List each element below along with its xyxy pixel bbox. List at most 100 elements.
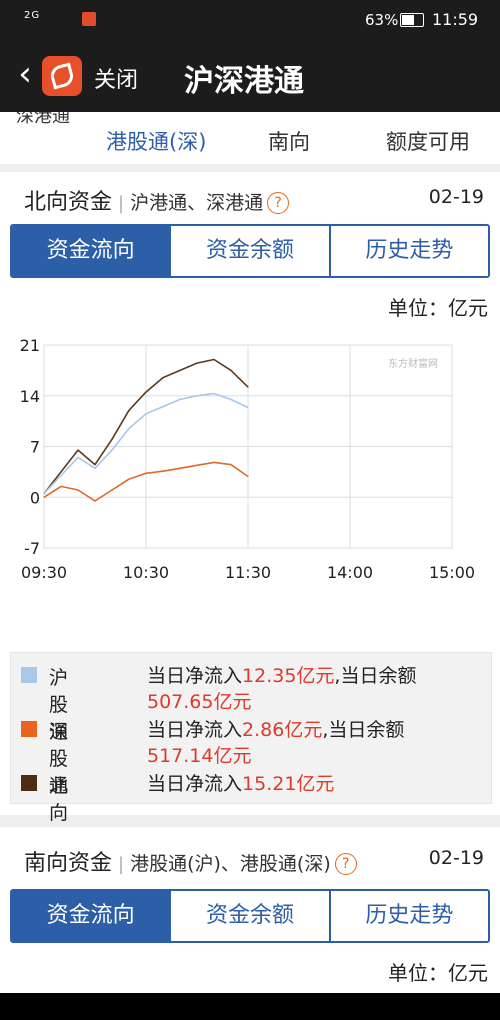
data-point xyxy=(60,485,62,487)
clipped-label: 深港通 xyxy=(16,112,70,126)
data-point xyxy=(247,475,249,478)
data-point xyxy=(60,474,62,477)
data-point xyxy=(111,438,113,440)
help-icon[interactable]: ? xyxy=(334,853,357,875)
data-point xyxy=(179,398,181,400)
section-title: 北向资金 xyxy=(24,190,113,215)
data-point xyxy=(145,391,147,393)
notification-icon xyxy=(82,12,96,26)
section-title: 南向资金 xyxy=(24,851,113,876)
x-tick-label: 11:30 xyxy=(225,563,271,582)
data-point xyxy=(60,471,62,473)
legend-swatch-sz xyxy=(21,721,37,737)
legend-prefix: 当日净流入 xyxy=(147,665,243,687)
y-tick-label: 0 xyxy=(30,488,40,507)
legend-prefix: 当日净流入 xyxy=(147,773,243,795)
tab-southbound[interactable]: 南向 xyxy=(268,126,310,156)
app-header: ‹ 关闭 沪深港通 xyxy=(0,40,500,112)
y-tick-label: 7 xyxy=(30,438,40,457)
northbound-header: 北向资金 | 沪港通、深港通? xyxy=(24,184,290,216)
data-point xyxy=(213,461,215,464)
data-point xyxy=(230,398,232,400)
southbound-header: 南向资金 | 港股通(沪)、港股通(深)? xyxy=(24,845,357,877)
system-nav-bar xyxy=(0,993,500,1020)
data-point xyxy=(196,395,198,397)
section-subtitle: 港股通(沪)、港股通(深) xyxy=(130,853,331,875)
tab-history-trend[interactable]: 历史走势 xyxy=(328,891,488,941)
legend-flow-value: 2.86亿元 xyxy=(242,719,323,741)
data-point xyxy=(196,362,198,364)
battery-percent: 63% xyxy=(365,11,399,29)
watermark: 东方财富网 xyxy=(388,357,438,370)
data-point xyxy=(162,406,164,408)
data-point xyxy=(111,489,113,491)
data-point xyxy=(77,489,79,491)
southbound-segment-control: 资金流向 资金余额 历史走势 xyxy=(10,889,490,943)
data-point xyxy=(128,427,130,429)
x-tick-label: 15:00 xyxy=(429,563,475,582)
data-point xyxy=(162,470,164,472)
fund-flow-chart: 21 14 7 0 -7 09:30 10:30 11:30 14:00 15:00 东方财富网 xyxy=(20,336,475,582)
data-point xyxy=(162,377,164,379)
legend-flow-value: 15.21亿元 xyxy=(242,773,335,795)
legend-prefix: 当日净流入 xyxy=(147,719,243,741)
legend-balance-value: 507.65亿元 xyxy=(147,691,252,713)
data-point xyxy=(179,369,181,371)
data-point xyxy=(145,472,147,474)
y-tick-label: -7 xyxy=(24,539,40,558)
legend-mid: ,当日余额 xyxy=(334,665,417,687)
northbound-segment-control: 资金流向 资金余额 历史走势 xyxy=(10,224,490,278)
battery-icon xyxy=(400,13,424,27)
legend-balance-value: 517.14亿元 xyxy=(147,745,252,767)
signal-icon: 2G xyxy=(24,10,41,21)
tab-fund-flow[interactable]: 资金流向 xyxy=(12,891,170,941)
data-point xyxy=(94,467,96,469)
y-tick-label: 21 xyxy=(20,336,40,355)
status-bar: 2G 63% 11:59 xyxy=(0,0,500,40)
data-point xyxy=(111,449,113,451)
x-tick-label: 10:30 xyxy=(123,563,169,582)
data-point xyxy=(196,464,198,466)
legend-mid: ,当日余额 xyxy=(322,719,405,741)
help-icon[interactable]: ? xyxy=(267,192,290,214)
unit-label: 单位：亿元 xyxy=(388,296,488,320)
data-point xyxy=(179,467,181,469)
legend-swatch-north xyxy=(21,775,37,791)
data-point xyxy=(94,464,96,466)
legend-swatch-sh xyxy=(21,667,37,683)
data-point xyxy=(230,369,232,371)
data-point xyxy=(247,386,249,388)
section-date: 02-19 xyxy=(428,186,484,208)
southbound-card: 南向资金 | 港股通(沪)、港股通(深)? 02-19 资金流向 资金余额 历史走势… xyxy=(0,827,500,993)
data-point xyxy=(213,358,215,361)
app-logo-icon xyxy=(42,56,82,96)
page-title: 沪深港通 xyxy=(184,64,304,99)
data-point xyxy=(77,449,79,451)
column-header-row: 深港通 港股通(深) 南向 额度可用 xyxy=(0,112,500,164)
tab-fund-flow[interactable]: 资金流向 xyxy=(12,226,170,276)
data-point xyxy=(128,478,130,480)
data-point xyxy=(145,413,147,415)
tab-quota-available[interactable]: 额度可用 xyxy=(386,126,470,156)
chart-legend: 沪股通 当日净流入12.35亿元,当日余额 507.65亿元 深股通 当日净流入2… xyxy=(10,652,492,878)
tab-hk-connect-sz[interactable]: 港股通(深) xyxy=(106,126,206,156)
tab-history-trend[interactable]: 历史走势 xyxy=(328,226,488,276)
tab-fund-balance[interactable]: 资金余额 xyxy=(169,891,329,941)
y-tick-label: 14 xyxy=(20,387,40,406)
unit-label: 单位：亿元 xyxy=(388,961,488,985)
data-point xyxy=(77,456,79,458)
data-point xyxy=(213,392,215,395)
data-point xyxy=(230,464,232,466)
section-subtitle: 沪港通、深港通 xyxy=(130,192,264,214)
x-tick-label: 14:00 xyxy=(327,563,373,582)
data-point xyxy=(43,496,45,498)
section-date: 02-19 xyxy=(428,847,484,869)
data-point xyxy=(43,493,45,495)
legend-flow-value: 12.35亿元 xyxy=(242,665,335,687)
back-icon[interactable]: ‹ xyxy=(10,54,40,94)
tab-fund-balance[interactable]: 资金余额 xyxy=(169,226,329,276)
data-point xyxy=(94,500,96,502)
close-button[interactable]: 关闭 xyxy=(94,62,138,94)
clock: 11:59 xyxy=(432,10,479,29)
data-point xyxy=(247,407,249,409)
